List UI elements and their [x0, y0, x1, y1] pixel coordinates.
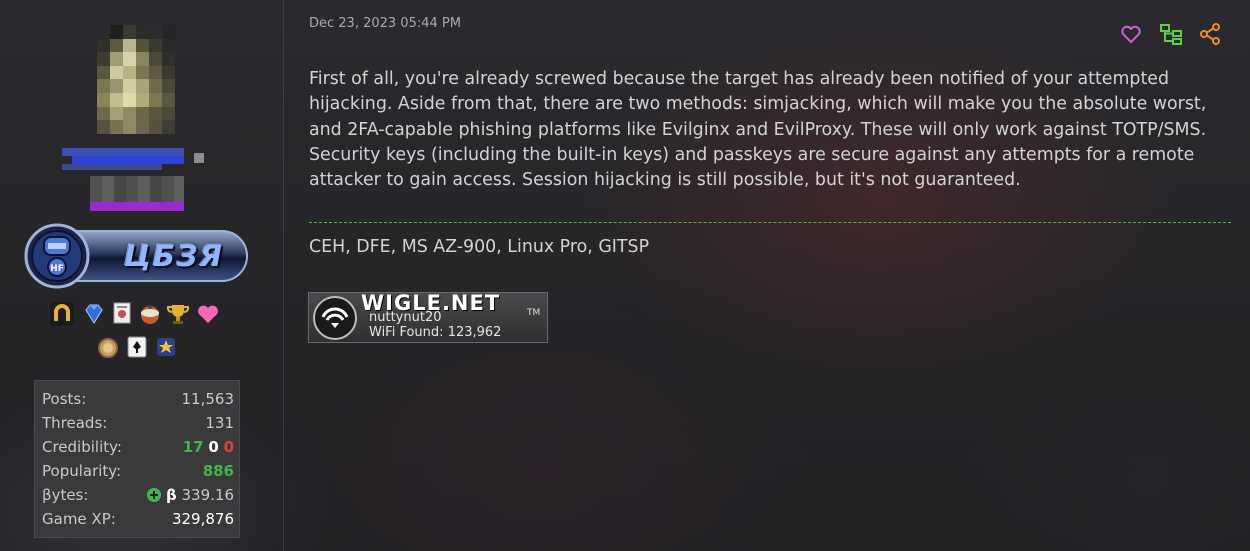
plus-circle-icon[interactable] [147, 488, 162, 502]
stat-bytes: βytes: β 339.16 [42, 483, 234, 507]
stat-popularity: Popularity: 886 [42, 459, 234, 483]
heart-icon[interactable] [1119, 22, 1143, 46]
credibility-values[interactable]: 17 0 0 [183, 435, 234, 459]
credibility-label: Credibility: [42, 438, 122, 456]
threads-value[interactable]: 131 [205, 411, 234, 435]
bytes-symbol: β [165, 486, 177, 504]
rocket-icon[interactable] [138, 302, 162, 326]
star-badge-icon[interactable] [154, 335, 178, 359]
stat-threads: Threads: 131 [42, 411, 234, 435]
thread-tree-icon[interactable] [1159, 22, 1183, 46]
group-badge: HF ЦБЗЯ [22, 221, 250, 291]
signature-divider [309, 222, 1231, 223]
credibility-positive: 17 [182, 438, 204, 456]
horseshoe-icon[interactable] [50, 302, 74, 326]
post-actions [1119, 22, 1224, 48]
wigle-username: nuttynut20 [369, 310, 442, 325]
signature-text: CEH, DFE, MS AZ-900, Linux Pro, GITSP [309, 237, 650, 257]
post-message: First of all, you're already screwed bec… [309, 69, 1207, 191]
post-date[interactable]: Dec 23, 2023 05:44 PM [309, 16, 461, 31]
wigle-found-label: WiFi Found: [369, 325, 444, 340]
popularity-label: Popularity: [42, 462, 122, 480]
trophy-icon[interactable] [166, 302, 190, 326]
gamexp-label: Game XP: [42, 510, 116, 528]
posts-value[interactable]: 11,563 [182, 387, 235, 411]
gem-icon[interactable] [82, 302, 106, 326]
medal-icon[interactable] [96, 335, 120, 359]
credibility-negative: 0 [223, 438, 234, 456]
hf-emblem-text: HF [50, 264, 64, 274]
share-icon[interactable] [1198, 22, 1222, 46]
popularity-value[interactable]: 886 [203, 459, 234, 483]
group-badge-text: ЦБЗЯ [124, 239, 224, 273]
stat-credibility: Credibility: 17 0 0 [42, 435, 234, 459]
wigle-logo-icon [313, 296, 357, 340]
user-sidebar: HF ЦБЗЯ Posts: 11,563 Threads: 131 Credi… [0, 0, 284, 551]
avatar[interactable] [97, 25, 175, 134]
username-blurred-dot [194, 153, 204, 163]
wigle-trademark: TM [527, 308, 541, 318]
posts-label: Posts: [42, 390, 87, 408]
stat-posts: Posts: 11,563 [42, 387, 234, 411]
stat-gamexp: Game XP: 329,876 [42, 507, 234, 531]
bytes-label: βytes: [42, 486, 89, 504]
username-blurred[interactable] [62, 146, 184, 172]
awards [50, 299, 230, 365]
certificate-icon[interactable] [110, 301, 134, 325]
heart-award-icon[interactable] [196, 302, 220, 326]
wigle-banner[interactable]: WIGLE.NET TM nuttynut20 WiFi Found: 123,… [308, 291, 548, 343]
hf-shield-icon: HF [24, 223, 90, 289]
bytes-value: 339.16 [181, 486, 235, 504]
gamexp-value[interactable]: 329,876 [172, 507, 234, 531]
user-stats: Posts: 11,563 Threads: 131 Credibility: … [34, 380, 240, 538]
usertitle-blurred [90, 176, 184, 212]
threads-label: Threads: [42, 414, 108, 432]
bytes-values: β 339.16 [147, 483, 234, 507]
wigle-found-value: 123,962 [447, 325, 502, 340]
wigle-wifi-found: WiFi Found: 123,962 [369, 325, 501, 340]
cards-icon[interactable] [125, 335, 149, 359]
credibility-neutral: 0 [208, 438, 219, 456]
